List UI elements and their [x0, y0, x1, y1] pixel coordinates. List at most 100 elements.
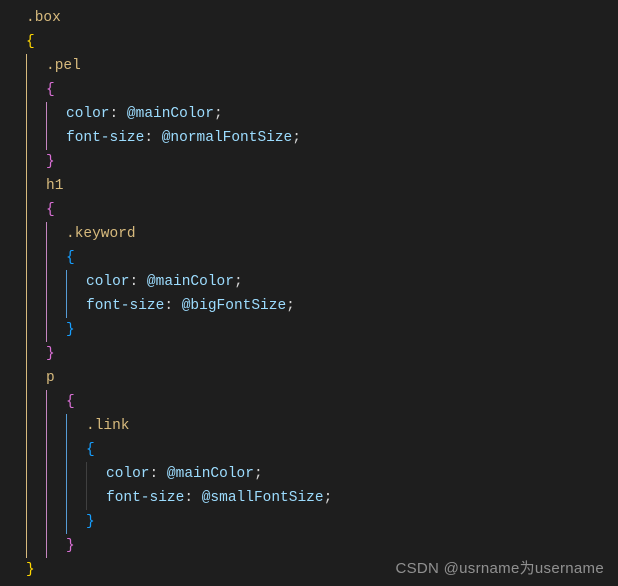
code-line[interactable]: {	[26, 198, 618, 222]
code-line[interactable]: {	[26, 78, 618, 102]
indent-guide	[26, 342, 27, 366]
token-var: @smallFontSize	[202, 490, 324, 506]
code-content: }	[66, 318, 75, 342]
code-content: }	[46, 150, 55, 174]
indent-guide	[46, 486, 47, 510]
code-line[interactable]: font-size: @smallFontSize;	[26, 486, 618, 510]
code-line[interactable]: .link	[26, 414, 618, 438]
token-brace-p: }	[46, 154, 55, 170]
token-brace-y: }	[26, 562, 35, 578]
indent-guide	[26, 126, 27, 150]
token-brace-p: {	[46, 202, 55, 218]
code-line[interactable]: p	[26, 366, 618, 390]
code-line[interactable]: font-size: @normalFontSize;	[26, 126, 618, 150]
code-content: font-size: @smallFontSize;	[106, 486, 332, 510]
indent-guide	[26, 438, 27, 462]
indent-guide	[86, 486, 87, 510]
token-brace-b: {	[66, 250, 75, 266]
indent-guide	[46, 510, 47, 534]
indent-guide	[66, 438, 67, 462]
code-content: }	[66, 534, 75, 558]
indent-guide	[26, 366, 27, 390]
indent-guide	[26, 534, 27, 558]
indent-guide	[66, 486, 67, 510]
indent-guide	[26, 198, 27, 222]
indent-guide	[46, 318, 47, 342]
token-var: @mainColor	[167, 466, 254, 482]
indent-guide	[46, 462, 47, 486]
token-tag: h1	[46, 178, 63, 194]
token-punc: :	[164, 298, 181, 314]
token-var: @mainColor	[127, 106, 214, 122]
token-var: @bigFontSize	[182, 298, 286, 314]
indent-guide	[26, 174, 27, 198]
indent-guide	[26, 414, 27, 438]
indent-guide	[46, 126, 47, 150]
code-line[interactable]: }	[26, 342, 618, 366]
token-sel: .link	[86, 418, 130, 434]
token-prop: color	[86, 274, 130, 290]
code-content: .box	[26, 6, 61, 30]
code-content: font-size: @normalFontSize;	[66, 126, 301, 150]
code-line[interactable]: .pel	[26, 54, 618, 78]
indent-guide	[46, 294, 47, 318]
code-line[interactable]: color: @mainColor;	[26, 102, 618, 126]
token-tag: p	[46, 370, 55, 386]
token-var: @normalFontSize	[162, 130, 293, 146]
code-content: {	[46, 198, 55, 222]
token-brace-p: }	[46, 346, 55, 362]
indent-guide	[66, 462, 67, 486]
code-line[interactable]: }	[26, 318, 618, 342]
indent-guide	[66, 294, 67, 318]
code-line[interactable]: color: @mainColor;	[26, 270, 618, 294]
code-line[interactable]: h1	[26, 174, 618, 198]
code-line[interactable]: }	[26, 510, 618, 534]
indent-guide	[66, 270, 67, 294]
token-brace-y: {	[26, 34, 35, 50]
indent-guide	[26, 510, 27, 534]
code-editor[interactable]: .box{.pel{color: @mainColor;font-size: @…	[0, 0, 618, 582]
indent-guide	[46, 534, 47, 558]
token-punc: :	[130, 274, 147, 290]
indent-guide	[26, 246, 27, 270]
code-content: p	[46, 366, 55, 390]
token-punc: :	[184, 490, 201, 506]
code-line[interactable]: .keyword	[26, 222, 618, 246]
code-line[interactable]: }	[26, 534, 618, 558]
token-punc: ;	[254, 466, 263, 482]
code-content: {	[46, 78, 55, 102]
code-line[interactable]: {	[26, 246, 618, 270]
code-line[interactable]: color: @mainColor;	[26, 462, 618, 486]
token-sel: .pel	[46, 58, 81, 74]
code-line[interactable]: {	[26, 438, 618, 462]
indent-guide	[26, 150, 27, 174]
code-line[interactable]: .box	[26, 6, 618, 30]
code-content: {	[26, 30, 35, 54]
indent-guide	[46, 222, 47, 246]
indent-guide	[66, 510, 67, 534]
token-prop: font-size	[66, 130, 144, 146]
watermark-text: CSDN @usrname为username	[395, 557, 604, 578]
token-punc: ;	[286, 298, 295, 314]
token-brace-b: }	[86, 514, 95, 530]
code-line[interactable]: font-size: @bigFontSize;	[26, 294, 618, 318]
token-punc: ;	[292, 130, 301, 146]
code-content: {	[86, 438, 95, 462]
code-content: color: @mainColor;	[86, 270, 243, 294]
indent-guide	[26, 462, 27, 486]
indent-guide	[26, 390, 27, 414]
token-punc: :	[144, 130, 161, 146]
indent-guide	[26, 102, 27, 126]
code-line[interactable]: {	[26, 390, 618, 414]
code-line[interactable]: {	[26, 30, 618, 54]
code-content: color: @mainColor;	[66, 102, 223, 126]
code-line[interactable]: }	[26, 150, 618, 174]
token-punc: :	[110, 106, 127, 122]
code-content: .link	[86, 414, 130, 438]
token-brace-b: }	[66, 322, 75, 338]
indent-guide	[46, 246, 47, 270]
token-punc: ;	[214, 106, 223, 122]
indent-guide	[46, 438, 47, 462]
token-punc: ;	[324, 490, 333, 506]
code-content: h1	[46, 174, 63, 198]
